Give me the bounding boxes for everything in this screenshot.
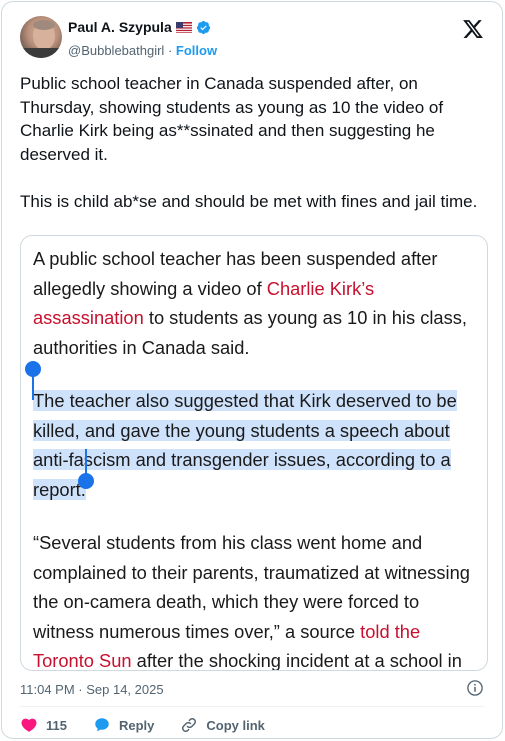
follow-button[interactable]: Follow	[176, 43, 217, 58]
like-count: 115	[46, 717, 67, 733]
tweet-timestamp[interactable]: 11:04 PM · Sep 14, 2025	[20, 682, 164, 697]
link-icon	[182, 717, 197, 733]
reply-button[interactable]: Reply	[93, 716, 154, 734]
highlighted-selection: The teacher also suggested that Kirk des…	[33, 390, 457, 500]
avatar[interactable]	[20, 16, 62, 58]
tweet-card: Paul A. Szypula @Bubblebathgirl · Follow…	[1, 1, 503, 739]
selection-caret-start	[32, 374, 34, 400]
article-paragraph-2: The teacher also suggested that Kirk des…	[33, 386, 479, 504]
article-excerpt: A public school teacher has been suspend…	[33, 244, 479, 670]
action-bar: 115 Reply Copy link	[20, 716, 291, 734]
article-paragraph-3: “Several students from his class went ho…	[33, 528, 479, 670]
author-handle[interactable]: @Bubblebathgirl	[68, 43, 164, 58]
x-logo-icon[interactable]	[462, 18, 484, 40]
tweet-text: Public school teacher in Canada suspende…	[20, 74, 478, 211]
heart-icon	[21, 718, 37, 732]
article-text: A public school teacher has been suspend…	[33, 248, 438, 299]
divider	[20, 706, 484, 707]
info-icon[interactable]	[466, 679, 484, 697]
like-button[interactable]: 115	[20, 716, 67, 734]
handle-separator: ·	[167, 43, 173, 58]
author-handle-row: @Bubblebathgirl · Follow	[68, 43, 217, 58]
copy-link-button[interactable]: Copy link	[180, 716, 265, 734]
embedded-article-image[interactable]: A public school teacher has been suspend…	[20, 235, 488, 671]
selection-handle-end-icon	[78, 473, 94, 489]
author-name[interactable]: Paul A. Szypula	[68, 19, 172, 35]
avatar-image	[20, 20, 62, 58]
us-flag-icon	[175, 21, 192, 33]
reply-label: Reply	[118, 717, 155, 733]
verified-badge-icon	[196, 20, 210, 34]
article-paragraph-1: A public school teacher has been suspend…	[33, 244, 479, 362]
reply-bubble-icon	[95, 718, 109, 732]
author-name-row: Paul A. Szypula	[68, 19, 211, 35]
copy-link-label: Copy link	[206, 717, 265, 733]
